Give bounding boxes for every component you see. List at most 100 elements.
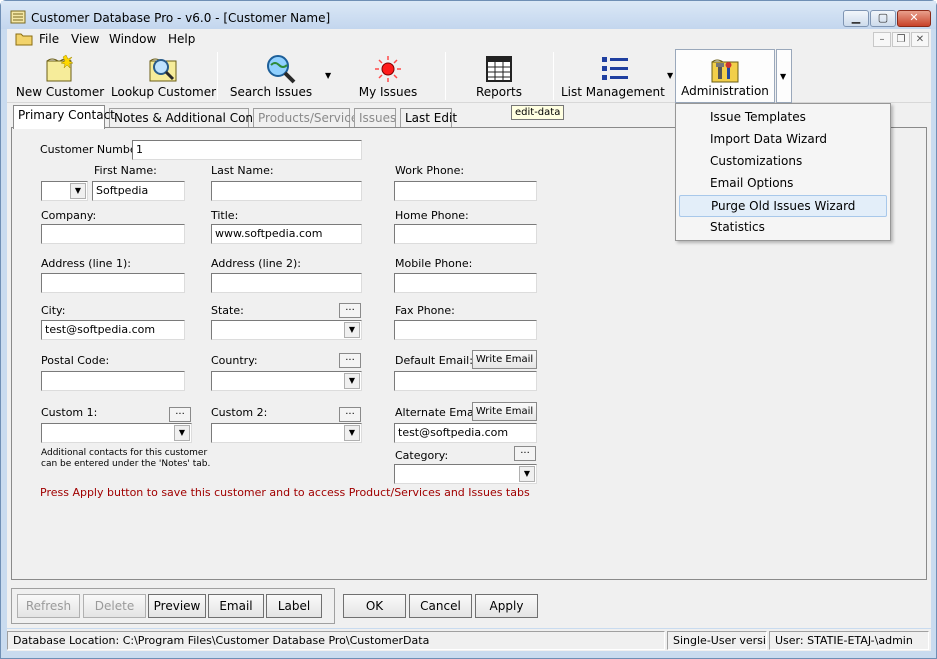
mdi-minimize-button[interactable]: – (873, 32, 891, 47)
delete-button[interactable]: Delete (83, 594, 146, 618)
state-combo-arrow[interactable]: ▼ (344, 322, 360, 338)
work-phone-field[interactable] (394, 181, 537, 201)
administration-menu: Issue Templates Import Data Wizard Custo… (675, 103, 891, 241)
menu-item-import-data-wizard[interactable]: Import Data Wizard (679, 129, 887, 151)
tab-last-edit[interactable]: Last Edit (400, 108, 457, 128)
menu-item-purge-old-issues-wizard[interactable]: Purge Old Issues Wizard (679, 195, 887, 217)
category-combo-arrow[interactable]: ▼ (519, 466, 535, 482)
search-issues-button[interactable]: Search Issues ▼ (229, 49, 333, 103)
report-grid-icon (486, 56, 512, 82)
app-icon (10, 10, 26, 24)
mdi-close-button[interactable]: ✕ (911, 32, 929, 47)
reports-button[interactable]: Reports (457, 49, 541, 103)
company-field[interactable] (41, 224, 185, 244)
mdi-restore-button[interactable]: ❐ (892, 32, 910, 47)
customer-number-field[interactable]: 1 (132, 140, 362, 160)
company-label: Company: (41, 209, 97, 222)
toolbar: New Customer Lookup Customer Search Issu… (7, 49, 931, 103)
menu-bar: File View Window Help – ❐ ✕ (7, 29, 931, 49)
city-field[interactable]: test@softpedia.com (41, 320, 185, 340)
address2-field[interactable] (211, 273, 362, 293)
minimize-button[interactable]: ▁ (843, 10, 869, 27)
home-phone-field[interactable] (394, 224, 537, 244)
first-name-field[interactable]: Softpedia (92, 181, 185, 201)
tab-primary-contact[interactable]: Primary Contact (13, 105, 115, 129)
category-combo[interactable]: ▼ (394, 464, 537, 484)
search-issues-dropdown-arrow[interactable]: ▼ (325, 71, 331, 80)
category-label: Category: (395, 449, 449, 462)
tab-issues[interactable]: Issues (354, 108, 396, 128)
first-name-label: First Name: (94, 164, 157, 177)
toolbar-separator (445, 52, 446, 100)
category-browse-button[interactable]: ... (514, 446, 536, 461)
alert-light-icon (375, 56, 401, 82)
write-alternate-email-button[interactable]: Write Email (472, 402, 537, 421)
title-field[interactable]: www.softpedia.com (211, 224, 362, 244)
label-button[interactable]: Label (266, 594, 322, 618)
last-name-label: Last Name: (211, 164, 274, 177)
custom1-combo-arrow[interactable]: ▼ (174, 425, 190, 441)
fax-phone-label: Fax Phone: (395, 304, 455, 317)
notes-hint-line1: Additional contacts for this customer (41, 448, 208, 458)
list-management-button[interactable]: List Management ▼ (561, 49, 677, 103)
apply-button[interactable]: Apply (475, 594, 538, 618)
country-combo-arrow[interactable]: ▼ (344, 373, 360, 389)
title-bar[interactable]: Customer Database Pro - v6.0 - [Customer… (1, 1, 936, 29)
default-email-label: Default Email: (395, 354, 473, 367)
email-button[interactable]: Email (208, 594, 264, 618)
custom2-browse-button[interactable]: ... (339, 407, 361, 422)
menu-help[interactable]: Help (168, 32, 195, 46)
tab-notes-additional-contacts[interactable]: Notes & Additional Contacts (109, 108, 283, 128)
close-button[interactable]: ✕ (897, 10, 931, 27)
search-globe-icon (267, 55, 296, 84)
new-customer-button[interactable]: New Customer (13, 49, 107, 103)
custom2-combo[interactable]: ▼ (211, 423, 362, 443)
state-combo[interactable]: ▼ (211, 320, 362, 340)
refresh-button[interactable]: Refresh (17, 594, 80, 618)
window-title: Customer Database Pro - v6.0 - [Customer… (31, 11, 331, 25)
maximize-button[interactable]: ▢ (870, 10, 896, 27)
administration-button[interactable]: Administration (675, 49, 775, 103)
list-management-dropdown-arrow[interactable]: ▼ (667, 71, 673, 80)
list-icon (602, 57, 628, 80)
menu-item-customizations[interactable]: Customizations (679, 151, 887, 173)
menu-view[interactable]: View (71, 32, 99, 46)
tooltip: edit-data (511, 105, 565, 120)
lookup-customer-label: Lookup Customer (111, 85, 217, 99)
cancel-button[interactable]: Cancel (409, 594, 472, 618)
address2-label: Address (line 2): (211, 257, 301, 270)
preview-button[interactable]: Preview (148, 594, 206, 618)
postal-code-field[interactable] (41, 371, 185, 391)
state-browse-button[interactable]: ... (339, 303, 361, 318)
menu-item-issue-templates[interactable]: Issue Templates (679, 107, 887, 129)
my-issues-button[interactable]: My Issues (349, 49, 427, 103)
write-default-email-button[interactable]: Write Email (472, 350, 537, 369)
country-combo[interactable]: ▼ (211, 371, 362, 391)
custom2-combo-arrow[interactable]: ▼ (344, 425, 360, 441)
last-name-field[interactable] (211, 181, 362, 201)
administration-dropdown-button[interactable]: ▼ (776, 49, 792, 103)
address1-field[interactable] (41, 273, 185, 293)
menu-window[interactable]: Window (109, 32, 156, 46)
new-customer-label: New Customer (15, 85, 105, 99)
new-card-icon (46, 54, 74, 82)
administration-dropdown-arrow: ▼ (780, 72, 787, 81)
alternate-email-field[interactable]: test@softpedia.com (394, 423, 537, 443)
custom1-combo[interactable]: ▼ (41, 423, 192, 443)
fax-phone-field[interactable] (394, 320, 537, 340)
state-label: State: (211, 304, 244, 317)
default-email-field[interactable] (394, 371, 537, 391)
tab-products-services[interactable]: Products/Services (253, 108, 364, 128)
custom1-browse-button[interactable]: ... (169, 407, 191, 422)
status-user: User: STATIE-ETAJ-\admin (769, 631, 929, 650)
ok-button[interactable]: OK (343, 594, 406, 618)
mobile-phone-field[interactable] (394, 273, 537, 293)
menu-item-email-options[interactable]: Email Options (679, 173, 887, 195)
country-browse-button[interactable]: ... (339, 353, 361, 368)
salutation-combo-arrow[interactable]: ▼ (70, 183, 86, 199)
menu-file[interactable]: File (39, 32, 59, 46)
my-issues-label: My Issues (358, 85, 418, 99)
salutation-combo[interactable]: ▼ (41, 181, 88, 201)
lookup-customer-button[interactable]: Lookup Customer (111, 49, 217, 103)
menu-item-statistics[interactable]: Statistics (679, 217, 887, 239)
